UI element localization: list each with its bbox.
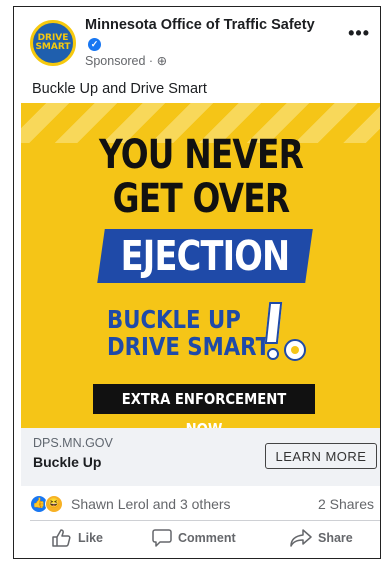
comment-icon xyxy=(152,529,172,547)
post-caption: Buckle Up and Drive Smart xyxy=(32,81,207,97)
logo-line2: DRIVE SMART xyxy=(107,332,271,361)
shares-count[interactable]: 2 Shares xyxy=(318,496,374,512)
share-arrow-icon xyxy=(290,529,312,547)
ad-creative-image[interactable]: YOU NEVER GET OVER EJECTION BUCKLE UP DR… xyxy=(21,103,380,428)
ad-headline: YOU NEVER GET OVER xyxy=(53,133,348,221)
comment-label: Comment xyxy=(178,531,236,545)
enforcement-banner-text: EXTRA ENFORCEMENT NOW xyxy=(121,390,287,428)
like-label: Like xyxy=(78,531,104,545)
logo-line1: BUCKLE UP xyxy=(107,305,241,334)
share-label: Share xyxy=(318,531,353,545)
state-seal-icon xyxy=(284,339,306,361)
headline-line1: YOU NEVER xyxy=(98,132,304,178)
actions-divider xyxy=(30,520,380,521)
post-actions: Like Comment Share xyxy=(14,524,380,554)
more-options-button[interactable]: ••• xyxy=(348,23,370,44)
link-domain: DPS.MN.GOV xyxy=(33,436,113,450)
link-preview[interactable]: DPS.MN.GOV Buckle Up LEARN MORE xyxy=(21,428,380,486)
page-avatar[interactable]: DRIVE SMART xyxy=(30,20,76,66)
haha-reaction-icon[interactable]: 😆 xyxy=(45,495,63,513)
thumbs-up-icon xyxy=(52,529,71,547)
reactions-summary[interactable]: Shawn Lerol and 3 others xyxy=(71,496,231,512)
avatar-line2: SMART xyxy=(35,42,71,52)
share-button[interactable]: Share xyxy=(290,529,353,547)
exclamation-icon xyxy=(264,302,283,360)
verified-badge-icon: ✓ xyxy=(88,38,101,51)
comment-button[interactable]: Comment xyxy=(152,529,236,547)
facebook-post: DRIVE SMART Minnesota Office of Traffic … xyxy=(13,6,381,559)
like-button[interactable]: Like xyxy=(52,529,103,547)
learn-more-button[interactable]: LEARN MORE xyxy=(265,443,377,469)
link-title: Buckle Up xyxy=(33,454,102,470)
page-name[interactable]: Minnesota Office of Traffic Safety xyxy=(85,17,315,33)
headline-ejection: EJECTION xyxy=(120,232,291,280)
globe-icon: ⊕ xyxy=(156,54,168,68)
sponsored-text[interactable]: Sponsored · xyxy=(85,54,157,68)
post-header: DRIVE SMART Minnesota Office of Traffic … xyxy=(14,7,380,77)
sponsored-label[interactable]: Sponsored · ⊕ xyxy=(85,53,167,68)
buckle-up-logo: BUCKLE UP DRIVE SMART xyxy=(107,306,277,360)
headline-line2: GET OVER xyxy=(112,176,290,222)
page-name-link[interactable]: Minnesota Office of Traffic Safety ✓ xyxy=(85,17,315,51)
reactions-bar: 👍 😆 Shawn Lerol and 3 others 2 Shares xyxy=(14,492,380,516)
